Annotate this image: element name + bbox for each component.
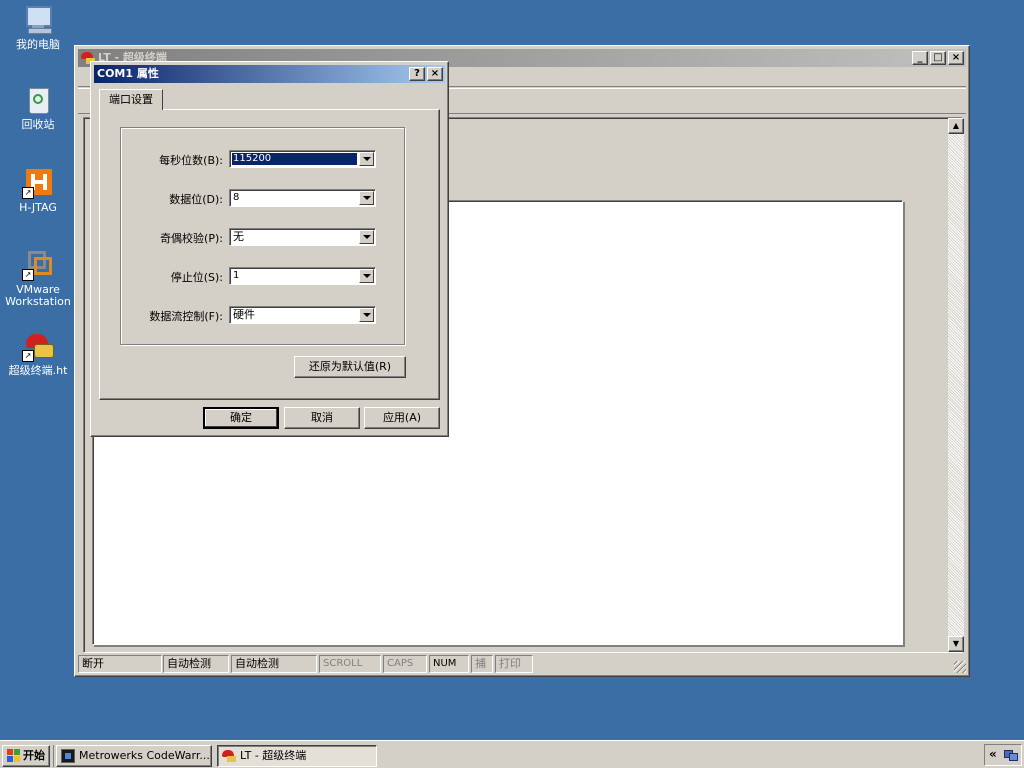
desktop-icon-label: 我的电脑 bbox=[16, 38, 60, 51]
hjtag-icon: ↗ bbox=[22, 167, 54, 199]
vertical-scrollbar[interactable]: ▲ ▼ bbox=[948, 118, 964, 652]
data-bits-value: 8 bbox=[233, 192, 240, 203]
telephone-icon bbox=[222, 749, 236, 763]
minimize-button[interactable]: _ bbox=[912, 51, 928, 65]
chevron-down-icon[interactable] bbox=[359, 152, 374, 166]
desktop-icon-my-computer[interactable]: 我的电脑 bbox=[0, 4, 76, 51]
recycle-bin-icon bbox=[22, 84, 54, 116]
taskbar-item-hyperterminal[interactable]: LT - 超级终端 bbox=[217, 745, 377, 767]
scroll-down-button[interactable]: ▼ bbox=[948, 636, 964, 652]
dialog-title: COM1 属性 bbox=[97, 67, 159, 80]
help-button[interactable]: ? bbox=[409, 67, 425, 81]
start-label: 开始 bbox=[23, 749, 45, 762]
desktop-icon-hjtag[interactable]: ↗ H-JTAG bbox=[0, 167, 76, 214]
flow-control-value: 硬件 bbox=[233, 308, 255, 321]
task-label: Metrowerks CodeWarr... bbox=[79, 749, 210, 762]
flow-control-label: 数据流控制(F): bbox=[149, 310, 223, 323]
desktop-icon-label: 超级终端.ht bbox=[8, 364, 68, 377]
baud-rate-label: 每秒位数(B): bbox=[159, 154, 223, 167]
com1-properties-dialog: COM1 属性 ? × 端口设置 每秒位数(B): 115200 数据位(D):… bbox=[90, 61, 449, 437]
system-tray: « bbox=[984, 744, 1022, 766]
desktop-icon-recycle-bin[interactable]: 回收站 bbox=[0, 84, 76, 131]
vmware-icon: ↗ bbox=[22, 249, 54, 281]
flow-control-select[interactable]: 硬件 bbox=[229, 306, 376, 324]
status-capture: 捕 bbox=[471, 655, 493, 673]
status-format-detect: 自动检测 bbox=[231, 655, 317, 673]
parity-value: 无 bbox=[233, 230, 244, 243]
status-baud-detect: 自动检测 bbox=[163, 655, 229, 673]
computer-icon bbox=[22, 4, 54, 36]
chevron-down-icon[interactable] bbox=[359, 230, 374, 244]
codewarrior-icon bbox=[61, 749, 75, 763]
ok-button[interactable]: 确定 bbox=[203, 407, 279, 429]
status-scroll: SCROLL bbox=[319, 655, 381, 673]
close-button[interactable]: × bbox=[948, 51, 964, 65]
stop-bits-value: 1 bbox=[233, 270, 240, 281]
restore-defaults-button[interactable]: 还原为默认值(R) bbox=[294, 356, 406, 378]
baud-rate-value: 115200 bbox=[231, 152, 358, 166]
parity-select[interactable]: 无 bbox=[229, 228, 376, 246]
cancel-button[interactable]: 取消 bbox=[284, 407, 360, 429]
parity-label: 奇偶校验(P): bbox=[160, 232, 223, 245]
windows-logo-icon bbox=[7, 749, 21, 763]
data-bits-label: 数据位(D): bbox=[169, 193, 223, 206]
shortcut-arrow-icon: ↗ bbox=[22, 187, 34, 199]
tab-port-settings[interactable]: 端口设置 bbox=[99, 89, 163, 110]
baud-rate-select[interactable]: 115200 bbox=[229, 150, 376, 168]
chevron-down-icon[interactable] bbox=[359, 308, 374, 322]
dialog-close-button[interactable]: × bbox=[427, 67, 443, 81]
scroll-up-button[interactable]: ▲ bbox=[948, 118, 964, 134]
data-bits-select[interactable]: 8 bbox=[229, 189, 376, 207]
chevron-down-icon[interactable] bbox=[359, 191, 374, 205]
resize-grip-icon[interactable] bbox=[954, 661, 966, 673]
tray-expand-button[interactable]: « bbox=[989, 747, 997, 761]
desktop-icon-hyperterminal[interactable]: ↗ 超级终端.ht bbox=[0, 330, 76, 377]
maximize-button[interactable]: □ bbox=[930, 51, 946, 65]
shortcut-arrow-icon: ↗ bbox=[22, 269, 34, 281]
task-label: LT - 超级终端 bbox=[240, 749, 307, 762]
taskbar-item-codewarrior[interactable]: Metrowerks CodeWarr... bbox=[56, 745, 212, 767]
apply-button[interactable]: 应用(A) bbox=[364, 407, 440, 429]
status-caps: CAPS bbox=[383, 655, 427, 673]
dialog-title-bar[interactable]: COM1 属性 ? × bbox=[94, 65, 445, 83]
desktop-icon-vmware[interactable]: ↗ VMware Workstation bbox=[0, 249, 76, 308]
taskbar: 开始 Metrowerks CodeWarr... LT - 超级终端 « bbox=[0, 740, 1024, 768]
status-num: NUM bbox=[429, 655, 469, 673]
shortcut-arrow-icon: ↗ bbox=[22, 350, 34, 362]
status-connection: 断开 bbox=[78, 655, 162, 673]
status-print: 打印 bbox=[495, 655, 533, 673]
desktop-icon-label: 回收站 bbox=[21, 118, 55, 131]
network-icon[interactable] bbox=[1004, 748, 1018, 761]
start-button[interactable]: 开始 bbox=[2, 745, 50, 767]
chevron-down-icon[interactable] bbox=[359, 269, 374, 283]
stop-bits-select[interactable]: 1 bbox=[229, 267, 376, 285]
stop-bits-label: 停止位(S): bbox=[170, 271, 223, 284]
telephone-icon: ↗ bbox=[22, 330, 54, 362]
desktop-icon-label: H-JTAG bbox=[19, 201, 57, 214]
desktop-icon-label: VMware Workstation bbox=[5, 283, 71, 308]
